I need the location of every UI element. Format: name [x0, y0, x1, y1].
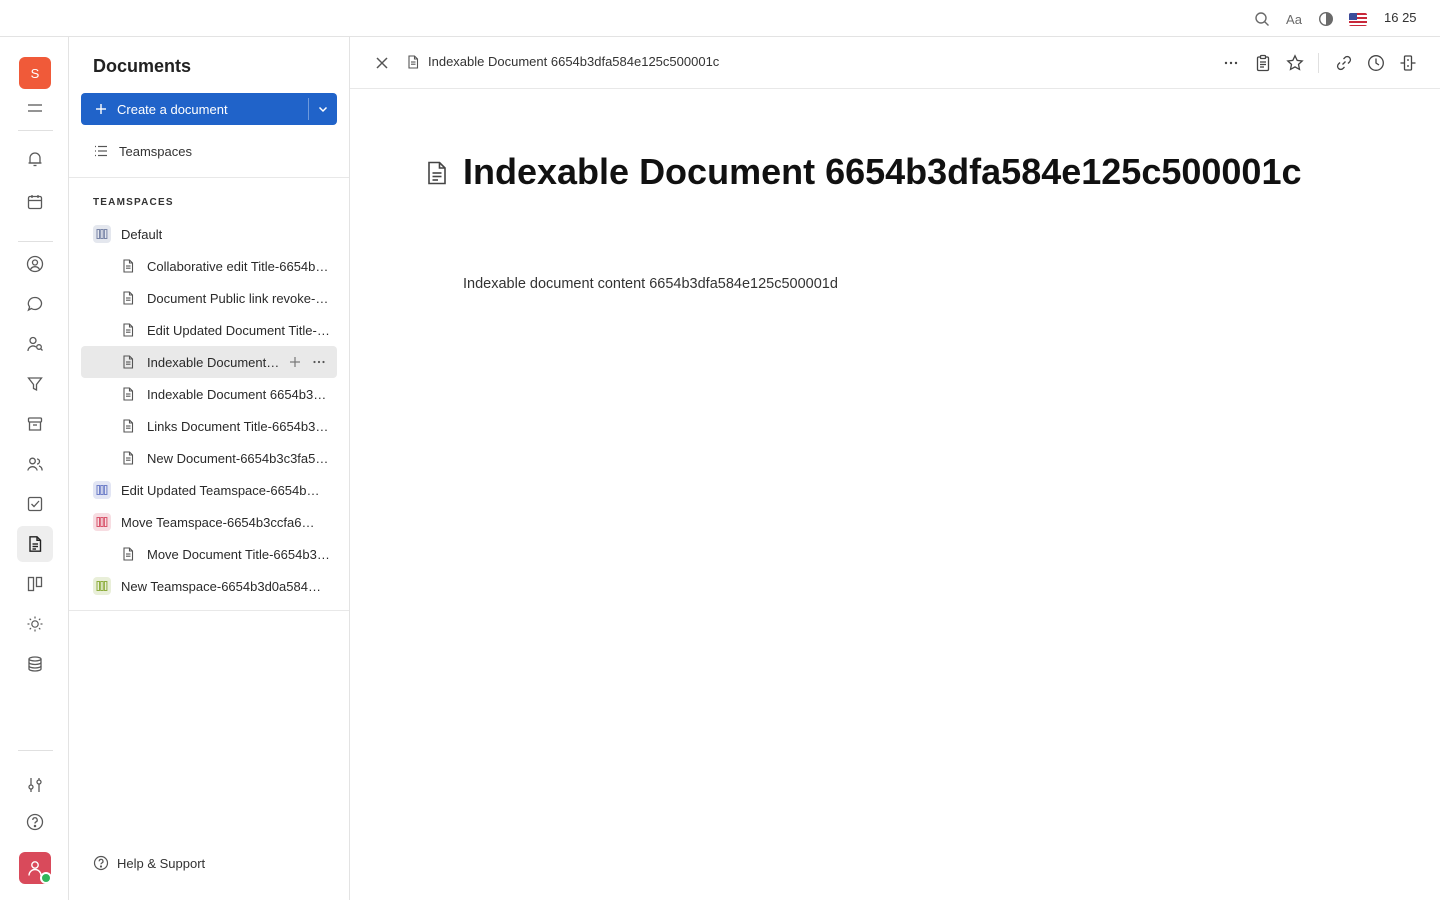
tree-item-label: Indexable Document 6654b3dfa584e125c5000… [147, 386, 332, 402]
document-icon [119, 321, 137, 339]
clipboard-icon[interactable] [1252, 52, 1274, 74]
add-icon[interactable] [287, 354, 303, 370]
top-bar: Aa 16 25 [0, 0, 1440, 37]
document-row[interactable]: Indexable Document 6654b3dfa584e125c5000… [81, 378, 337, 410]
tree-item-label: Indexable Document 6654b3dfa584e125c5000… [147, 354, 282, 370]
document-row[interactable]: Move Document Title-6654b3cdfa584e125c4f… [81, 538, 337, 570]
document-icon [119, 449, 137, 467]
rail-divider [18, 241, 53, 242]
divider [69, 177, 349, 178]
document-icon [119, 257, 137, 275]
tree-item-label: Default [121, 226, 163, 242]
bell-icon[interactable] [17, 141, 53, 177]
document-header: Indexable Document 6654b3dfa584e125c5000… [350, 37, 1440, 89]
create-document-button[interactable]: Create a document [81, 93, 337, 125]
tree-item-label: Collaborative edit Title-6654b3d6fa584e1… [147, 258, 332, 274]
font-size-button[interactable]: Aa [1284, 9, 1304, 29]
document-icon [119, 353, 137, 371]
document-row[interactable]: Document Public link revoke-6654b3d2fa58… [81, 282, 337, 314]
teamspace-icon [93, 225, 111, 243]
list-icon [95, 145, 107, 157]
teamspace-row[interactable]: Edit Updated Teamspace-6654b3c5fa584e125… [81, 474, 337, 506]
tree-item-label: Links Document Title-6654b3cafa584e125c4… [147, 418, 332, 434]
close-icon[interactable] [372, 53, 392, 73]
document-icon [119, 545, 137, 563]
teamspaces-link-label: Teamspaces [119, 143, 192, 159]
navigator-title: Documents [93, 56, 192, 76]
document-content[interactable]: Indexable document content 6654b3dfa584e… [463, 276, 838, 292]
document-tree: Default Collaborative edit Title-6654b3d6… [81, 218, 337, 602]
calendar-icon[interactable] [17, 184, 53, 220]
sliders-icon[interactable] [17, 767, 53, 803]
document-row[interactable]: New Document-6654b3c3fa584e125c4fffe1 [81, 442, 337, 474]
tree-item-label: Edit Updated Document Title-6654b3c7fa58… [147, 322, 332, 338]
tasks-icon[interactable] [17, 486, 53, 522]
tree-item-label: Move Teamspace-6654b3ccfa6984e125c4ffff0 [121, 514, 321, 530]
clock: 16 25 [1384, 10, 1417, 25]
document-title[interactable]: Indexable Document 6654b3dfa584e125c5000… [463, 151, 1302, 193]
search-icon[interactable] [1252, 9, 1272, 29]
chat-icon[interactable] [17, 286, 53, 322]
help-icon[interactable] [17, 804, 53, 840]
rail-divider [18, 750, 53, 751]
link-icon[interactable] [1333, 52, 1355, 74]
sun-icon[interactable] [17, 606, 53, 642]
breadcrumb[interactable]: Indexable Document 6654b3dfa584e125c5000… [406, 54, 719, 69]
plus-icon [96, 104, 106, 114]
rail-divider [18, 130, 53, 131]
document-icon [119, 289, 137, 307]
help-support-label: Help & Support [117, 855, 206, 871]
document-row[interactable]: Edit Updated Document Title-6654b3c7fa58… [81, 314, 337, 346]
more-options-icon[interactable] [311, 354, 327, 370]
help-support-link[interactable]: Help & Support [93, 855, 205, 871]
history-clock-icon[interactable] [1365, 52, 1387, 74]
tree-item-label: Document Public link revoke-6654b3d2fa58… [147, 290, 332, 306]
workspace-logo[interactable]: S [19, 57, 51, 89]
tree-item-label: New Teamspace-6654b3d0a584e125c4fffef [121, 578, 321, 594]
document-icon [426, 161, 448, 185]
board-icon[interactable] [17, 566, 53, 602]
star-icon[interactable] [1284, 52, 1306, 74]
teamspace-row[interactable]: Default [81, 218, 337, 250]
teamspace-row[interactable]: New Teamspace-6654b3d0a584e125c4fffef [81, 570, 337, 602]
document-row[interactable]: Links Document Title-6654b3cafa584e125c4… [81, 410, 337, 442]
tree-item-label: Edit Updated Teamspace-6654b3c5fa584e125… [121, 482, 321, 498]
teamspaces-section-header[interactable]: TEAMSPACES [93, 197, 174, 208]
header-divider [1318, 53, 1319, 73]
help-circle-icon [93, 855, 109, 871]
archive-icon[interactable] [17, 406, 53, 442]
team-icon[interactable] [17, 446, 53, 482]
theme-contrast-icon[interactable] [1316, 9, 1336, 29]
chevron-down-icon[interactable] [309, 93, 337, 125]
row-actions [287, 354, 327, 370]
online-status-dot [40, 872, 52, 884]
teamspace-icon [93, 577, 111, 595]
document-view: Indexable Document 6654b3dfa584e125c5000… [350, 37, 1440, 900]
document-row[interactable]: Collaborative edit Title-6654b3d6fa584e1… [81, 250, 337, 282]
database-icon[interactable] [17, 646, 53, 682]
teamspaces-link[interactable]: Teamspaces [93, 143, 192, 159]
teamspace-row[interactable]: Move Teamspace-6654b3ccfa6984e125c4ffff0 [81, 506, 337, 538]
teamspace-icon [93, 481, 111, 499]
documents-navigator: Documents Create a document Teamspaces T… [69, 37, 350, 900]
teamspace-icon [93, 513, 111, 531]
document-row[interactable]: Indexable Document 6654b3dfa584e125c5000… [81, 346, 337, 378]
language-flag-icon[interactable] [1348, 9, 1368, 29]
collapse-aside-icon[interactable] [1397, 52, 1419, 74]
documents-icon[interactable] [17, 526, 53, 562]
app-rail: S [0, 37, 69, 900]
recruiting-icon[interactable] [17, 326, 53, 362]
contacts-icon[interactable] [17, 246, 53, 282]
divider [69, 610, 349, 611]
filter-icon[interactable] [17, 366, 53, 402]
menu-icon[interactable] [17, 90, 53, 126]
document-icon [408, 54, 419, 69]
create-document-label: Create a document [117, 101, 228, 117]
document-icon [119, 417, 137, 435]
more-options-icon[interactable] [1220, 52, 1242, 74]
tree-item-label: New Document-6654b3c3fa584e125c4fffe1 [147, 450, 332, 466]
tree-item-label: Move Document Title-6654b3cdfa584e125c4f… [147, 546, 332, 562]
breadcrumb-label: Indexable Document 6654b3dfa584e125c5000… [428, 54, 720, 69]
document-icon [119, 385, 137, 403]
